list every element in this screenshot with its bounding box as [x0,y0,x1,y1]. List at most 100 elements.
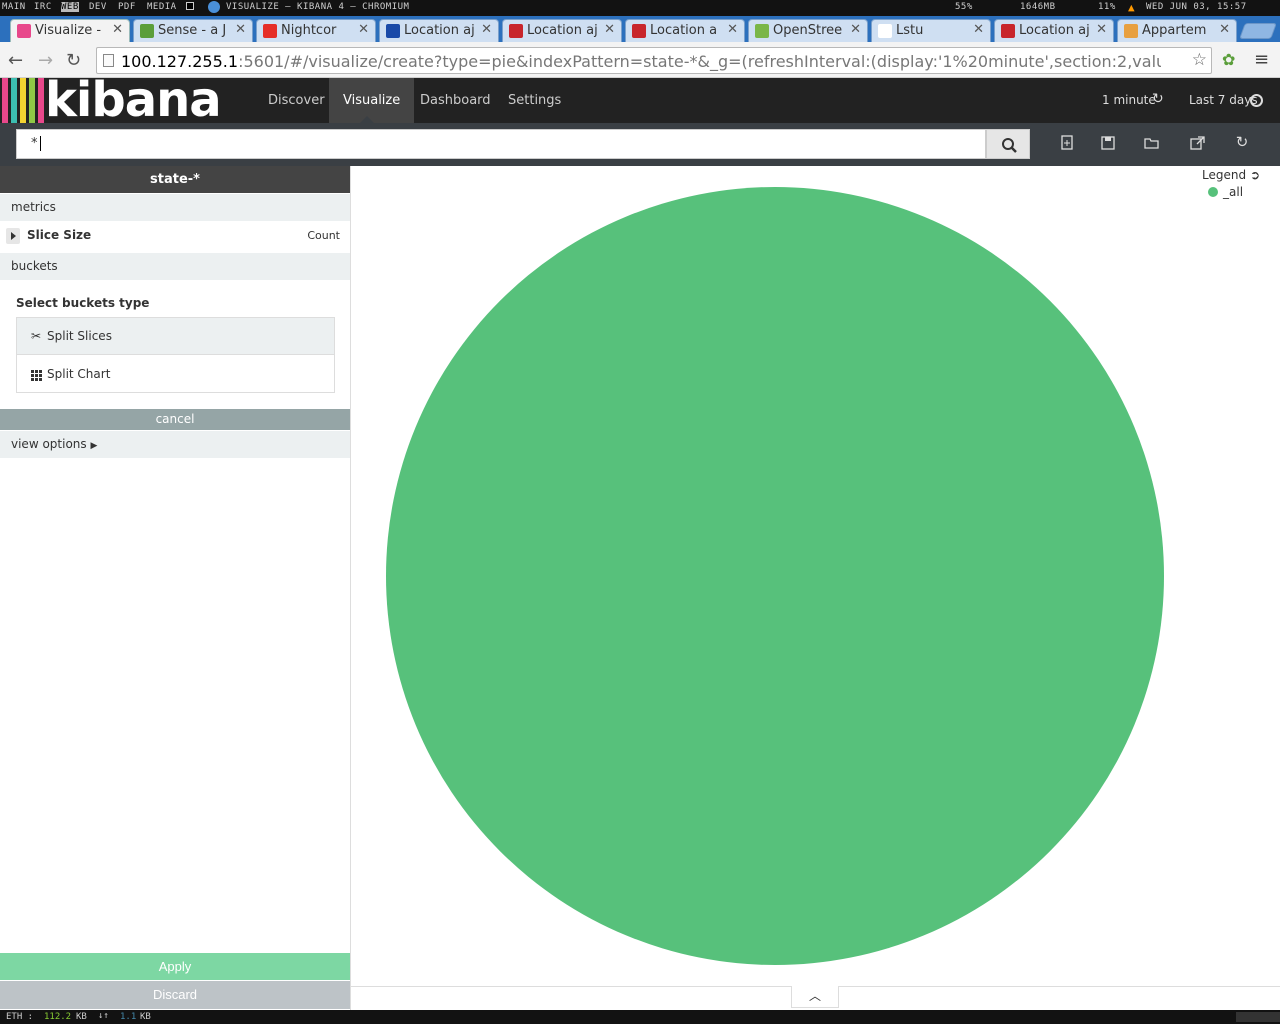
expand-toggle[interactable] [6,228,20,244]
metrics-section-header: metrics [0,194,350,221]
tab-close-icon[interactable]: ✕ [1096,22,1107,37]
share-icon[interactable] [1190,135,1206,151]
net-unit-2: KB [140,1012,151,1022]
grid-icon [31,356,43,408]
browser-tab[interactable]: Sense - a J ✕ [133,19,253,42]
browser-tab[interactable]: Location aj ✕ [502,19,622,42]
browser-tab[interactable]: OpenStree ✕ [748,19,868,42]
logo-stripe [11,78,17,123]
browser-tab[interactable]: Lstu ✕ [871,19,991,42]
back-button[interactable]: ← [8,50,23,71]
browser-tab[interactable]: Location a ✕ [625,19,745,42]
slice-size-aggregation: Count [307,229,340,242]
arrow-circle-right-icon: ➲ [1249,168,1260,182]
net-unit: KB [76,1012,87,1022]
search-button[interactable] [986,129,1030,159]
menu-icon[interactable]: ≡ [1254,49,1269,70]
tab-title: Location aj [527,23,598,38]
volume-readout: 55% [955,2,973,12]
tab-close-icon[interactable]: ✕ [481,22,492,37]
tab-favicon-icon [17,24,31,38]
forward-button[interactable]: → [38,50,53,71]
tab-title: Location a [650,23,718,38]
pie-slice-_all[interactable] [386,187,1164,965]
tab-close-icon[interactable]: ✕ [235,22,246,37]
tab-close-icon[interactable]: ✕ [1219,22,1230,37]
nav-settings[interactable]: Settings [494,78,575,123]
new-visualization-icon[interactable] [1059,135,1075,151]
time-picker-label[interactable]: Last 7 days [1189,93,1258,107]
nav-discover[interactable]: Discover [254,78,339,123]
tab-title: Location aj [404,23,475,38]
open-folder-icon[interactable] [1144,135,1160,151]
refresh-interval-label[interactable]: 1 minute [1102,93,1156,107]
tab-title: Nightcor [281,23,337,38]
refresh-icon[interactable]: ↻ [1234,133,1250,151]
tab-title: Lstu [896,23,924,38]
system-status-bar: ETH : 112.2 KB ↓↑ 1.1 KB [0,1010,1280,1024]
split-slices-label: Split Slices [47,329,112,343]
vlc-icon: ▲ [1128,1,1136,14]
browser-tab[interactable]: Appartem ✕ [1117,19,1237,42]
logo-stripe [38,78,44,123]
tab-close-icon[interactable]: ✕ [727,22,738,37]
workspace-irc[interactable]: IRC [34,2,52,12]
query-bar: * ↻ [0,123,1280,166]
search-icon [1002,138,1017,153]
tab-favicon-icon [263,24,277,38]
tab-favicon-icon [1001,24,1015,38]
browser-tab-bar: Visualize - ✕ Sense - a J ✕ Nightcor ✕ Locatio… [0,16,1280,43]
workspace-web[interactable]: WEB [61,2,79,12]
visualization-canvas: Legend ➲ _all ︿ [351,166,1280,1010]
workspace-main[interactable]: MAIN [2,2,26,12]
nav-dashboard[interactable]: Dashboard [406,78,505,123]
tab-close-icon[interactable]: ✕ [850,22,861,37]
buckets-section-header: buckets [0,253,350,280]
tab-favicon-icon [140,24,154,38]
net-iface-label: ETH : [6,1012,34,1022]
browser-tab[interactable]: Visualize - ✕ [10,19,130,43]
active-nav-indicator [360,116,374,123]
logo-stripe [2,78,8,123]
page-icon [103,54,114,67]
tab-title: OpenStree [773,23,843,38]
workspace-media[interactable]: MEDIA [147,2,177,12]
slice-size-label: Slice Size [27,228,92,242]
bookmark-star-icon[interactable]: ☆ [1192,50,1207,70]
system-top-bar: MAIN IRC WEB DEV PDF MEDIA VISUALIZE – K… [0,0,1280,16]
clock-icon[interactable] [1250,94,1263,107]
discard-button[interactable]: Discard [0,981,350,1009]
tab-favicon-icon [386,24,400,38]
query-input[interactable]: * [16,129,986,159]
workspace-pdf[interactable]: PDF [118,2,136,12]
tab-title: Sense - a J [158,23,227,38]
pie-chart [386,187,1164,965]
split-chart-option[interactable]: Split Chart [17,356,334,393]
legend-item-label: _all [1223,185,1244,199]
new-tab-button[interactable] [1239,23,1277,39]
visualization-editor-sidebar: state-* metrics Slice Size Count buckets… [0,166,351,1010]
browser-tab[interactable]: Location aj ✕ [994,19,1114,42]
net-rate-2: 1.1 [120,1012,137,1022]
refresh-icon[interactable]: ↻ [1152,91,1164,107]
tab-favicon-icon [755,24,769,38]
tab-close-icon[interactable]: ✕ [604,22,615,37]
browser-tab[interactable]: Nightcor ✕ [256,19,376,42]
slice-size-metric-row[interactable]: Slice Size Count [0,221,350,251]
browser-tab[interactable]: Location aj ✕ [379,19,499,42]
collapse-spy-panel-button[interactable]: ︿ [791,986,839,1008]
legend-toggle[interactable]: Legend ➲ [1202,168,1260,182]
view-options-toggle[interactable]: view options ▶ [0,431,350,458]
reload-button[interactable]: ↻ [66,50,81,71]
tab-close-icon[interactable]: ✕ [358,22,369,37]
extension-icon[interactable]: ✿ [1222,50,1235,69]
workspace-dev[interactable]: DEV [89,2,107,12]
kibana-logo[interactable]: kibana [0,78,234,123]
save-icon[interactable] [1100,135,1116,151]
tab-close-icon[interactable]: ✕ [973,22,984,37]
cancel-button[interactable]: cancel [0,409,350,430]
apply-button[interactable]: Apply [0,953,350,980]
split-slices-option[interactable]: ✂ Split Slices [17,318,334,355]
address-bar[interactable]: 100.127.255.1:5601/#/visualize/create?ty… [96,47,1212,74]
tab-close-icon[interactable]: ✕ [112,22,123,37]
